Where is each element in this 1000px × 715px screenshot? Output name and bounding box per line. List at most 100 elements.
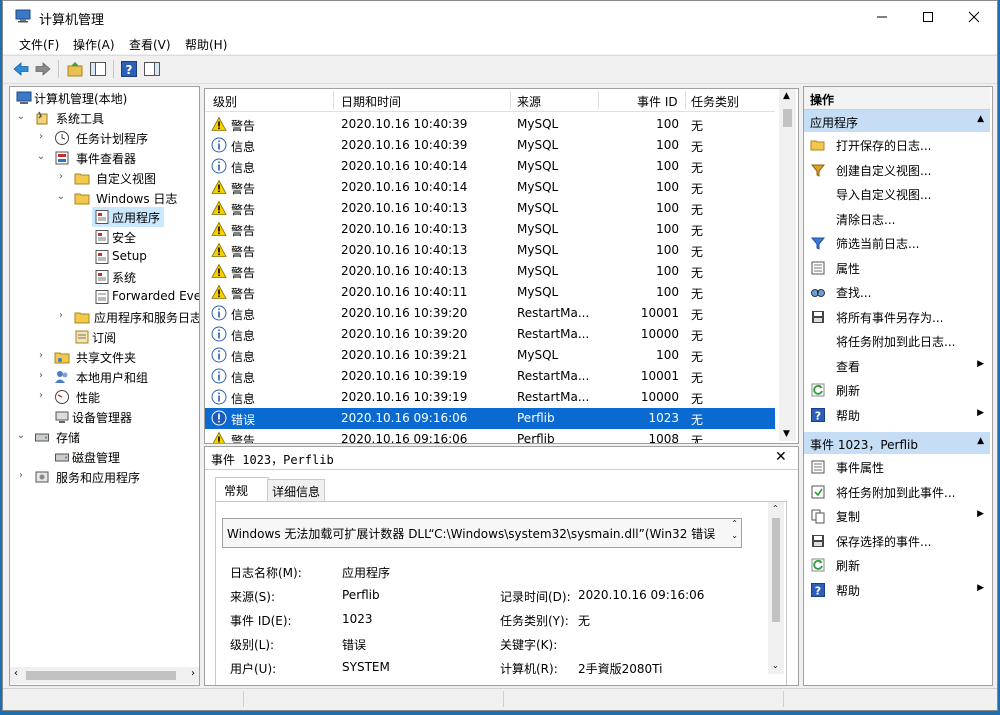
scroll-thumb[interactable] bbox=[783, 109, 792, 127]
scroll-thumb[interactable] bbox=[26, 671, 176, 680]
chevron-right-icon[interactable]: › bbox=[56, 171, 66, 183]
event-message-box[interactable]: Windows 无法加载可扩展计数器 DLL“C:\Windows\system… bbox=[222, 518, 742, 548]
forward-arrow-icon[interactable] bbox=[34, 60, 52, 78]
tree-item-system-tools[interactable]: ⌄ 系统工具 bbox=[16, 108, 194, 128]
table-row[interactable]: 信息 2020.10.16 10:39:19 RestartMa... 无 10000 bbox=[205, 387, 775, 408]
table-row[interactable]: 警告 2020.10.16 10:40:13 MySQL 无 100 bbox=[205, 240, 775, 261]
tab-details[interactable]: 详细信息 bbox=[267, 479, 325, 502]
action-item[interactable]: ? 帮助 ▶ bbox=[804, 403, 990, 427]
tree-item-storage[interactable]: ⌄ 存储 bbox=[16, 427, 194, 447]
actions-section-event[interactable]: 事件 1023，Perflib ▲ bbox=[804, 432, 990, 454]
action-item[interactable]: 刷新 bbox=[804, 553, 990, 577]
action-item[interactable]: 复制 ▶ bbox=[804, 504, 990, 528]
tree-item-system[interactable]: 系统 bbox=[92, 267, 192, 287]
actions-section-application[interactable]: 应用程序 ▲ bbox=[804, 110, 990, 132]
action-item[interactable]: 清除日志... bbox=[804, 207, 990, 231]
action-item[interactable]: 打开保存的日志... bbox=[804, 133, 990, 157]
action-item[interactable]: 导入自定义视图... bbox=[804, 182, 990, 206]
table-row[interactable]: 信息 2020.10.16 10:39:20 RestartMa... 无 10000 bbox=[205, 324, 775, 345]
minimize-button[interactable] bbox=[859, 1, 905, 32]
tree-item-shared-folders[interactable]: › 共享文件夹 bbox=[36, 347, 194, 367]
action-item[interactable]: 筛选当前日志... bbox=[804, 231, 990, 255]
table-row[interactable]: 信息 2020.10.16 10:39:21 MySQL 无 100 bbox=[205, 345, 775, 366]
column-datetime[interactable]: 日期和时间 bbox=[341, 93, 401, 110]
tab-general[interactable]: 常规 bbox=[215, 477, 269, 502]
tree-item-application[interactable]: 应用程序 bbox=[92, 207, 164, 227]
show-hide-action-pane-icon[interactable] bbox=[143, 60, 161, 78]
action-item[interactable]: 查看 ▶ bbox=[804, 354, 990, 378]
chevron-right-icon[interactable]: › bbox=[36, 390, 46, 402]
chevron-right-icon[interactable]: › bbox=[16, 470, 26, 482]
tree-item-windows-logs[interactable]: ⌄ Windows 日志 bbox=[56, 188, 194, 208]
scroll-up-icon[interactable]: ▲ bbox=[783, 91, 790, 101]
column-level[interactable]: 级别 bbox=[213, 93, 237, 110]
action-item[interactable]: 将任务附加到此事件... bbox=[804, 480, 990, 504]
table-row[interactable]: 信息 2020.10.16 10:39:19 RestartMa... 无 10001 bbox=[205, 366, 775, 387]
chevron-right-icon[interactable]: › bbox=[36, 350, 46, 362]
scroll-down-icon[interactable]: ▼ bbox=[783, 429, 790, 439]
collapse-icon[interactable]: ▲ bbox=[977, 114, 984, 124]
chevron-down-icon[interactable]: ⌄ bbox=[36, 151, 46, 163]
help-icon[interactable]: ? bbox=[120, 60, 138, 78]
table-row[interactable]: 信息 2020.10.16 10:39:20 RestartMa... 无 10001 bbox=[205, 303, 775, 324]
action-item[interactable]: 将任务附加到此日志... bbox=[804, 329, 990, 353]
action-item[interactable]: 保存选择的事件... bbox=[804, 529, 990, 553]
show-hide-tree-icon[interactable] bbox=[89, 60, 107, 78]
scroll-left-icon[interactable]: ‹ bbox=[14, 668, 18, 679]
tree-item-services-applications[interactable]: › 服务和应用程序 bbox=[16, 467, 194, 487]
event-list-scrollbar[interactable]: ▲ ▼ bbox=[779, 89, 796, 441]
action-item[interactable]: 创建自定义视图... bbox=[804, 158, 990, 182]
chevron-down-icon[interactable]: ⌄ bbox=[16, 430, 26, 442]
table-row[interactable]: 警告 2020.10.16 10:40:13 MySQL 无 100 bbox=[205, 198, 775, 219]
back-arrow-icon[interactable] bbox=[12, 60, 30, 78]
scroll-up-icon[interactable]: ⌃ bbox=[772, 504, 779, 513]
table-row[interactable]: 警告 2020.10.16 10:40:13 MySQL 无 100 bbox=[205, 219, 775, 240]
table-row[interactable]: 信息 2020.10.16 10:40:39 MySQL 无 100 bbox=[205, 135, 775, 156]
tree-horizontal-scrollbar[interactable]: ‹ › bbox=[10, 667, 199, 684]
chevron-down-icon[interactable]: ⌄ bbox=[16, 111, 26, 123]
tree-item-task-scheduler[interactable]: › 任务计划程序 bbox=[36, 128, 194, 148]
tree-item-custom-views[interactable]: › 自定义视图 bbox=[56, 168, 194, 188]
detail-scrollbar[interactable]: ⌃ ⌄ bbox=[768, 502, 784, 674]
scroll-thumb[interactable] bbox=[772, 518, 780, 622]
table-row[interactable]: 警告 2020.10.16 10:40:13 MySQL 无 100 bbox=[205, 261, 775, 282]
chevron-up-icon[interactable]: ⌃ bbox=[731, 519, 738, 528]
close-detail-button[interactable]: ✕ bbox=[775, 449, 787, 465]
column-event-id[interactable]: 事件 ID bbox=[637, 93, 678, 110]
tree-item-performance[interactable]: › 性能 bbox=[36, 387, 194, 407]
menu-view[interactable]: 查看(V) bbox=[129, 36, 171, 53]
action-item[interactable]: 刷新 bbox=[804, 378, 990, 402]
action-item[interactable]: 属性 bbox=[804, 256, 990, 280]
action-item[interactable]: 将所有事件另存为... bbox=[804, 305, 990, 329]
chevron-right-icon[interactable]: › bbox=[36, 131, 46, 143]
tree-item-device-manager[interactable]: 设备管理器 bbox=[52, 407, 192, 427]
tree-item-event-viewer[interactable]: ⌄ 事件查看器 bbox=[36, 148, 194, 168]
table-row[interactable]: 警告 2020.10.16 10:40:11 MySQL 无 100 bbox=[205, 282, 775, 303]
maximize-button[interactable] bbox=[905, 1, 951, 32]
chevron-right-icon[interactable]: › bbox=[56, 310, 66, 322]
menu-help[interactable]: 帮助(H) bbox=[185, 36, 227, 53]
column-task-category[interactable]: 任务类别 bbox=[691, 93, 739, 110]
tree-item-computer-management[interactable]: 计算机管理(本地) bbox=[14, 88, 194, 108]
tree-item-app-service-logs[interactable]: › 应用程序和服务日志 bbox=[56, 307, 199, 327]
table-row[interactable]: 警告 2020.10.16 09:16:06 Perflib 无 1008 bbox=[205, 429, 775, 443]
table-row[interactable]: 警告 2020.10.16 10:40:39 MySQL 无 100 bbox=[205, 114, 775, 135]
menu-file[interactable]: 文件(F) bbox=[19, 36, 59, 53]
tree-item-subscriptions[interactable]: 订阅 bbox=[72, 327, 192, 347]
table-row[interactable]: 错误 2020.10.16 09:16:06 Perflib 无 1023 bbox=[205, 408, 775, 429]
close-window-button[interactable] bbox=[951, 1, 997, 32]
column-source[interactable]: 来源 bbox=[517, 93, 541, 110]
action-item[interactable]: 事件属性 bbox=[804, 455, 990, 479]
collapse-icon[interactable]: ▲ bbox=[977, 436, 984, 446]
tree-item-local-users-groups[interactable]: › 本地用户和组 bbox=[36, 367, 194, 387]
scroll-down-icon[interactable]: ⌄ bbox=[772, 661, 779, 670]
scroll-right-icon[interactable]: › bbox=[191, 668, 195, 679]
action-item[interactable]: 查找... bbox=[804, 280, 990, 304]
table-row[interactable]: 信息 2020.10.16 10:40:14 MySQL 无 100 bbox=[205, 156, 775, 177]
tree-item-security[interactable]: 安全 bbox=[92, 227, 192, 247]
action-item[interactable]: ? 帮助 ▶ bbox=[804, 578, 990, 602]
tree-item-forwarded-events[interactable]: Forwarded Eve bbox=[92, 287, 199, 307]
table-row[interactable]: 警告 2020.10.16 10:40:14 MySQL 无 100 bbox=[205, 177, 775, 198]
chevron-down-icon[interactable]: ⌄ bbox=[731, 531, 738, 540]
chevron-down-icon[interactable]: ⌄ bbox=[56, 191, 66, 203]
